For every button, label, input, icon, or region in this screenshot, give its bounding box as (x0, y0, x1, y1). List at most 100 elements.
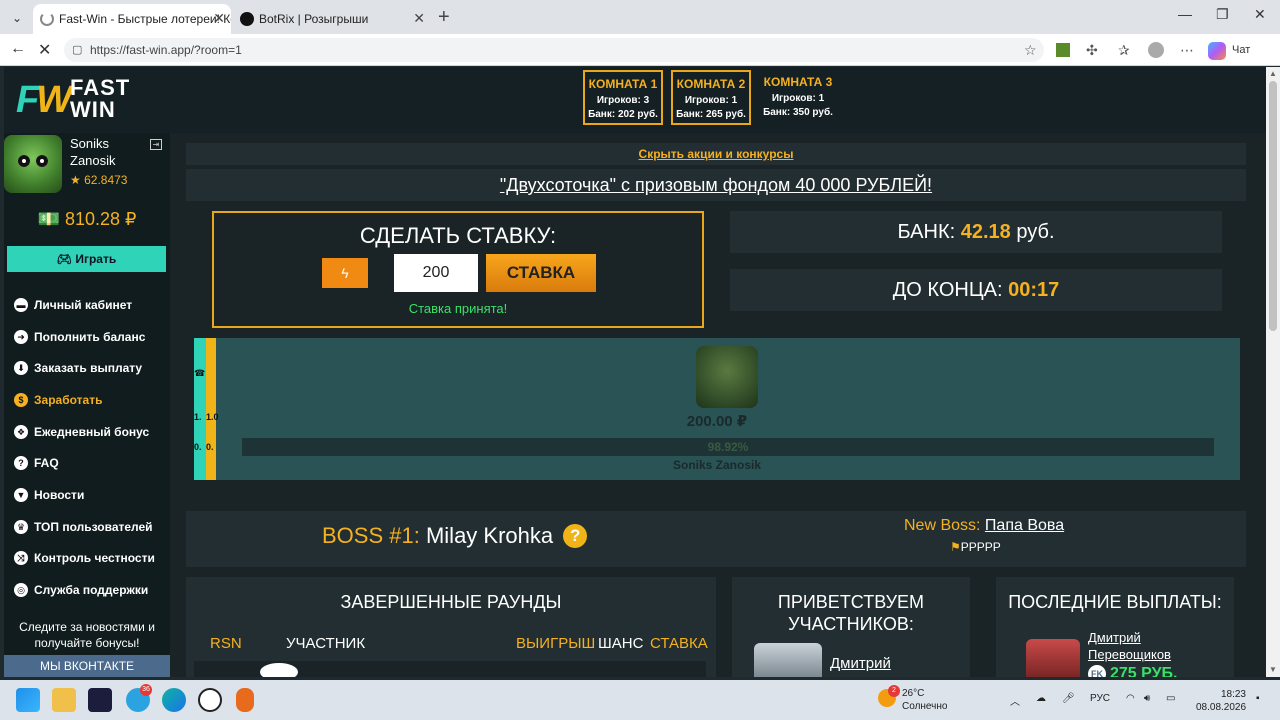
onedrive-icon[interactable]: ☁ (1036, 693, 1046, 704)
bank-label: БАНК: (897, 221, 956, 243)
extension-icon[interactable] (1056, 43, 1070, 57)
payouts-panel: ПОСЛЕДНИЕ ВЫПЛАТЫ: Дмитрий Перевощиков F… (996, 577, 1234, 677)
promo-link[interactable]: "Двухсоточка" с призовым фондом 40 000 Р… (186, 169, 1246, 201)
sidebar-item-top-users[interactable]: ♛ ТОП пользователей (4, 511, 170, 543)
chat-label[interactable]: Чат (1232, 44, 1250, 56)
payout-amount-text: 275 РУБ. (1110, 665, 1178, 677)
sidebar-item-earn[interactable]: $ Заработать (4, 384, 170, 416)
shuffle-icon: ⤨ (14, 551, 28, 566)
sidebar-item-fairness[interactable]: ⤨ Контроль честности (4, 543, 170, 575)
app-icon[interactable] (88, 688, 112, 712)
clock-time: 18:23 (1220, 689, 1246, 700)
user-name[interactable]: Soniks Zanosik (70, 135, 150, 169)
url-field[interactable]: ▢ https://fast-win.app/?room=1 (64, 38, 1044, 62)
sidebar-item-daily-bonus[interactable]: ❖ Ежедневный бонус (4, 416, 170, 448)
arrow-down-circle-icon: ⬇ (14, 361, 28, 376)
place-bet-button[interactable]: СТАВКА (486, 254, 596, 292)
windows-start-icon[interactable] (16, 688, 40, 712)
tab-fast-win[interactable]: Fast-Win - Быстрые лотереи! Ком ✕ (33, 4, 231, 34)
site-header: FW FAST WIN КОМНАТА 1 Игроков: 3 Банк: 20… (4, 67, 1266, 133)
close-tab-icon[interactable]: ✕ (213, 10, 225, 27)
sidebar-item-label: FAQ (34, 456, 59, 471)
sidebar-item-label: Личный кабинет (34, 297, 133, 312)
notifications-icon[interactable]: ▪ (1256, 693, 1260, 704)
scroll-thumb[interactable] (1269, 81, 1277, 331)
stop-loading-icon[interactable]: ✕ (38, 40, 51, 60)
language-indicator[interactable]: РУС (1090, 693, 1110, 704)
sidebar-item-cabinet[interactable]: ▬ Личный кабинет (4, 289, 170, 321)
microphone-icon[interactable]: 🎤︎ (1062, 693, 1075, 704)
bet-panel: СДЕЛАТЬ СТАВКУ: ϟ СТАВКА Ставка принята! (212, 211, 704, 328)
winner-name: Soniks Zanosik (672, 458, 762, 472)
back-icon[interactable]: ← (10, 40, 26, 58)
new-boss-name[interactable]: Папа Вова (985, 517, 1064, 534)
room-1-tab[interactable]: КОМНАТА 1 Игроков: 3 Банк: 202 руб. (583, 70, 663, 125)
winner-chance: 98.92% (707, 440, 749, 454)
col-win: ВЫИГРЫШ (516, 635, 596, 652)
room-bank: Банк: 265 руб. (676, 109, 746, 120)
bookmark-icon: ▼ (14, 487, 28, 502)
copilot-icon[interactable] (1208, 42, 1226, 60)
tab-actions-menu-icon[interactable]: ⌄ (6, 7, 28, 29)
file-explorer-icon[interactable] (52, 688, 76, 712)
obs-icon[interactable] (198, 688, 222, 712)
tab-botrix[interactable]: BotRix | Розыгрыши ✕ (233, 4, 431, 34)
favorites-icon[interactable]: ✰ (1118, 42, 1130, 59)
address-toolbar: ← ✕ ▢ https://fast-win.app/?room=1 ☆ ✣ ✰… (0, 34, 1280, 66)
system-clock[interactable]: 18:23 08.08.2026 (1196, 688, 1246, 714)
sidebar-item-faq[interactable]: ? FAQ (4, 447, 170, 479)
sidebar-item-label: ТОП пользователей (34, 519, 153, 534)
site-info-icon[interactable]: ▢ (72, 43, 82, 56)
tray-expand-icon[interactable]: ︿ (1010, 693, 1020, 708)
maximize-icon[interactable]: ❐ (1216, 6, 1229, 23)
extensions-puzzle-icon[interactable]: ✣ (1086, 42, 1098, 59)
vk-button[interactable]: МЫ ВКОНТАКТЕ (4, 655, 170, 677)
hide-promos-link[interactable]: Скрыть акции и конкурсы (186, 143, 1246, 165)
close-window-icon[interactable]: ✕ (1254, 6, 1266, 23)
new-tab-icon[interactable]: + (438, 6, 450, 29)
wifi-icon[interactable]: ◠ (1126, 693, 1135, 704)
sidebar-item-news[interactable]: ▼ Новости (4, 479, 170, 511)
scroll-up-icon[interactable]: ▲ (1269, 69, 1277, 78)
new-boss-label: New Boss: (904, 517, 981, 534)
edge-icon[interactable] (162, 688, 186, 712)
more-menu-icon[interactable]: ⋯ (1180, 42, 1194, 59)
page-scrollbar[interactable]: ▲ ▼ (1266, 67, 1280, 677)
telegram-badge: 36 (140, 684, 152, 696)
scroll-down-icon[interactable]: ▼ (1269, 665, 1277, 674)
boss-label: BOSS #1: (322, 523, 420, 548)
favorite-star-icon[interactable]: ☆ (1024, 42, 1037, 59)
user-avatar[interactable] (4, 135, 62, 193)
gamepad-icon: 🎮︎ (56, 252, 76, 266)
greet-avatar (754, 643, 822, 677)
main-content: Скрыть акции и конкурсы "Двухсоточка" с … (170, 133, 1266, 677)
room-3-tab[interactable]: КОМНАТА 3 Игроков: 1 Банк: 350 руб. (758, 70, 838, 125)
battery-icon[interactable]: ▭ (1166, 693, 1175, 704)
greet-panel: ПРИВЕТСТВУЕМ УЧАСТНИКОВ: Дмитрий (732, 577, 970, 677)
lifebuoy-icon: ◎ (14, 583, 28, 598)
volume-icon[interactable]: 🔊︎ (1144, 693, 1150, 704)
minimize-icon[interactable]: — (1178, 6, 1192, 22)
recorder-icon[interactable] (236, 688, 254, 712)
play-label: Играть (75, 252, 117, 266)
sidebar: Soniks Zanosik ★ 62.8473 ⇥ 💵 810.28 ₽ 🎮︎… (4, 133, 170, 677)
lightning-icon[interactable]: ϟ (322, 258, 368, 288)
sidebar-item-withdraw[interactable]: ⬇ Заказать выплату (4, 352, 170, 384)
logo-mark: FW (16, 79, 72, 121)
strip-icon: ☎ (194, 368, 206, 378)
close-tab-icon[interactable]: ✕ (413, 10, 425, 27)
logout-icon[interactable]: ⇥ (150, 139, 162, 150)
timer-value: 00:17 (1008, 279, 1060, 301)
play-button[interactable]: 🎮︎ Играть (7, 246, 166, 272)
greet-title: ПРИВЕТСТВУЕМ УЧАСТНИКОВ: (777, 592, 925, 634)
profile-icon[interactable] (1148, 42, 1164, 58)
payout-name[interactable]: Дмитрий Перевощиков (1088, 629, 1198, 663)
help-question-icon[interactable]: ? (563, 524, 588, 548)
room-2-tab[interactable]: КОМНАТА 2 Игроков: 1 Банк: 265 руб. (671, 70, 751, 125)
bank-value: 42.18 (960, 221, 1011, 243)
sidebar-item-deposit[interactable]: ➜ Пополнить баланс (4, 321, 170, 353)
sidebar-item-support[interactable]: ◎ Служба поддержки (4, 574, 170, 606)
news-text: Следите за новостями и получайте бонусы! (19, 620, 155, 650)
bet-amount-input[interactable] (394, 254, 478, 292)
greet-name[interactable]: Дмитрий (830, 655, 891, 672)
